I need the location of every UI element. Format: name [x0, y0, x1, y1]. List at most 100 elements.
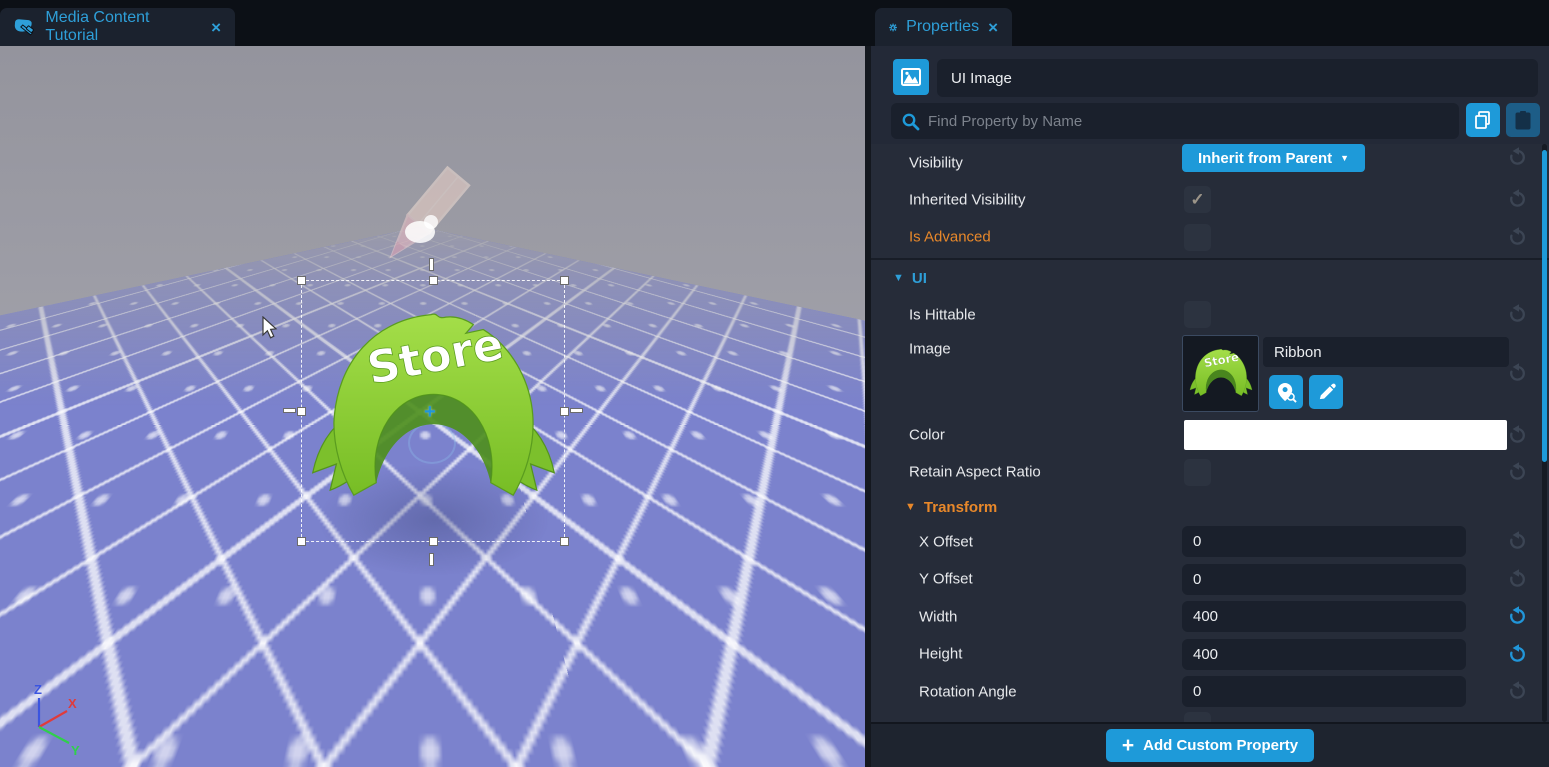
is-hittable-checkbox[interactable]: [1184, 301, 1211, 328]
axis-x-label: X: [68, 696, 77, 711]
retain-aspect-ratio-reset-icon[interactable]: [1508, 462, 1528, 482]
image-reset-icon[interactable]: [1508, 363, 1528, 383]
rotation-angle-label: Rotation Angle: [919, 683, 1017, 700]
visibility-reset-icon[interactable]: [1508, 147, 1528, 167]
object-name-field[interactable]: [937, 59, 1538, 97]
image-edit-button[interactable]: [1309, 375, 1343, 409]
copy-properties-button[interactable]: [1466, 103, 1500, 137]
scene-viewport[interactable]: + Z X Y: [0, 46, 865, 767]
row-width: Width: [871, 598, 1549, 635]
tab-properties[interactable]: Properties ×: [875, 8, 1012, 46]
selection-handle-top-center[interactable]: [429, 276, 438, 285]
is-advanced-label: Is Advanced: [909, 229, 991, 246]
section-transform-label: Transform: [924, 499, 997, 516]
retain-aspect-ratio-checkbox[interactable]: [1184, 459, 1211, 486]
is-hittable-reset-icon[interactable]: [1508, 304, 1528, 324]
properties-panel: Visibility Inherit from Parent ▼ Inherit…: [865, 46, 1549, 767]
property-search-row: [871, 102, 1549, 144]
row-height: Height: [871, 635, 1549, 673]
image-name-field[interactable]: [1263, 337, 1509, 367]
row-is-advanced: Is Advanced: [871, 218, 1549, 256]
property-search-box[interactable]: [891, 103, 1459, 139]
width-label: Width: [919, 608, 957, 625]
row-rotation-angle: Rotation Angle: [871, 673, 1549, 710]
pencil-edit-icon: [1317, 383, 1336, 402]
inherited-visibility-checkbox[interactable]: ✓: [1184, 186, 1211, 213]
selection-center-anchor[interactable]: +: [424, 401, 436, 424]
chevron-down-icon: ▼: [1340, 153, 1349, 163]
inherited-visibility-reset-icon[interactable]: [1508, 189, 1528, 209]
height-input[interactable]: [1182, 639, 1466, 670]
visibility-dropdown[interactable]: Inherit from Parent ▼: [1182, 144, 1365, 172]
selection-outer-handle-top[interactable]: [429, 258, 434, 271]
scene-tab-close-icon[interactable]: ×: [211, 19, 221, 36]
copy-icon: [1473, 110, 1493, 130]
inherited-visibility-label: Inherited Visibility: [909, 191, 1025, 208]
section-ui-label: UI: [912, 270, 927, 287]
search-icon: [901, 112, 920, 131]
axis-y-label: Y: [71, 743, 80, 758]
panel-scrollbar-thumb[interactable]: [1542, 150, 1547, 462]
pencil-3d-object[interactable]: [368, 160, 478, 290]
row-inherited-visibility: Inherited Visibility ✓: [871, 181, 1549, 218]
rotation-angle-input[interactable]: [1182, 676, 1466, 707]
selection-handle-bottom-right[interactable]: [560, 537, 569, 546]
selection-handle-bottom-center[interactable]: [429, 537, 438, 546]
properties-gear-icon: [889, 17, 897, 38]
rotation-angle-reset-icon[interactable]: [1508, 681, 1528, 701]
x-offset-reset-icon[interactable]: [1508, 531, 1528, 551]
selection-handle-mid-left[interactable]: [297, 407, 306, 416]
y-offset-label: Y Offset: [919, 571, 973, 588]
height-label: Height: [919, 646, 962, 663]
image-locate-button[interactable]: [1269, 375, 1303, 409]
paste-properties-button[interactable]: [1506, 103, 1540, 137]
x-offset-input[interactable]: [1182, 526, 1466, 557]
section-collapse-icon[interactable]: ▼: [893, 272, 904, 284]
section-transform[interactable]: ▼ Transform: [871, 491, 1549, 523]
color-label: Color: [909, 427, 945, 444]
properties-tab-close-icon[interactable]: ×: [988, 19, 998, 36]
selection-handle-top-left[interactable]: [297, 276, 306, 285]
color-reset-icon[interactable]: [1508, 425, 1528, 445]
selection-outer-handle-bottom[interactable]: [429, 553, 434, 566]
is-hittable-label: Is Hittable: [909, 306, 976, 323]
is-advanced-reset-icon[interactable]: [1508, 227, 1528, 247]
selection-handle-bottom-left[interactable]: [297, 537, 306, 546]
width-reset-icon[interactable]: [1508, 606, 1528, 626]
ui-image-icon: [893, 59, 929, 95]
is-advanced-checkbox[interactable]: [1184, 224, 1211, 251]
row-visibility: Visibility Inherit from Parent ▼: [871, 144, 1549, 181]
tab-bar: Media Content Tutorial × Properties ×: [0, 0, 1549, 46]
add-custom-property-button[interactable]: + Add Custom Property: [1106, 729, 1314, 762]
selection-handle-top-right[interactable]: [560, 276, 569, 285]
mouse-cursor: [262, 316, 279, 340]
checkmark-icon: ✓: [1190, 190, 1204, 210]
selection-handle-mid-right[interactable]: [560, 407, 569, 416]
tab-media-content-tutorial[interactable]: Media Content Tutorial ×: [0, 8, 235, 46]
axis-gizmo: Z X Y: [18, 684, 88, 764]
clipped-checkbox[interactable]: [1184, 712, 1211, 722]
color-swatch[interactable]: [1184, 420, 1507, 450]
ribbon-thumbnail-image: [1189, 342, 1253, 406]
scene-tab-title: Media Content Tutorial: [45, 9, 202, 45]
section-ui[interactable]: ▼ UI: [871, 258, 1549, 296]
property-rows: Visibility Inherit from Parent ▼ Inherit…: [871, 144, 1549, 722]
retain-aspect-ratio-label: Retain Aspect Ratio: [909, 464, 1041, 481]
image-label: Image: [909, 341, 951, 358]
plus-icon: +: [1122, 735, 1134, 756]
image-thumbnail[interactable]: [1182, 335, 1259, 412]
selection-outer-handle-right[interactable]: [570, 408, 583, 413]
properties-tab-title: Properties: [906, 18, 979, 36]
visibility-label: Visibility: [909, 154, 963, 171]
object-header: [871, 46, 1549, 102]
row-color: Color: [871, 417, 1549, 453]
selection-outer-handle-left[interactable]: [283, 408, 296, 413]
section-collapse-icon[interactable]: ▼: [905, 501, 916, 513]
row-partially-scrolled: [871, 710, 1549, 722]
property-search-input[interactable]: [928, 113, 1449, 130]
y-offset-reset-icon[interactable]: [1508, 569, 1528, 589]
row-is-hittable: Is Hittable: [871, 296, 1549, 333]
height-reset-icon[interactable]: [1508, 644, 1528, 664]
width-input[interactable]: [1182, 601, 1466, 632]
y-offset-input[interactable]: [1182, 564, 1466, 595]
